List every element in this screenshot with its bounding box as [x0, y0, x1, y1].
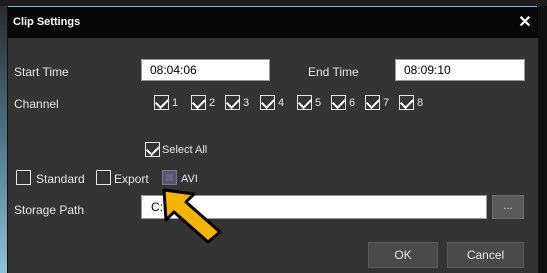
- ok-button[interactable]: OK: [368, 242, 438, 268]
- background-top: [0, 0, 547, 6]
- pointer-arrow-icon: [162, 188, 222, 244]
- channel-6-label: 6: [349, 97, 356, 109]
- background-right: [537, 6, 547, 273]
- export-label: Export: [114, 172, 149, 186]
- channel-3-label: 3: [243, 97, 250, 109]
- avi-checkbox[interactable]: [162, 170, 177, 185]
- channel-8-label: 8: [417, 97, 424, 109]
- cancel-button[interactable]: Cancel: [447, 242, 524, 268]
- channel-4-label: 4: [278, 97, 285, 109]
- start-time-field[interactable]: 08:04:06: [141, 59, 270, 81]
- background-left: [0, 6, 8, 273]
- channel-7-label: 7: [383, 97, 390, 109]
- close-icon[interactable]: ✕: [516, 14, 534, 32]
- channel-5-checkbox[interactable]: [297, 95, 312, 110]
- standard-checkbox[interactable]: [16, 170, 31, 185]
- channel-8-checkbox[interactable]: [399, 95, 414, 110]
- channel-label: Channel: [14, 97, 59, 111]
- channel-5-label: 5: [315, 97, 322, 109]
- channel-2-checkbox[interactable]: [191, 95, 206, 110]
- title-bar: Clip Settings ✕: [8, 8, 538, 38]
- channel-2-label: 2: [209, 97, 216, 109]
- dialog-title: Clip Settings: [13, 16, 81, 28]
- channel-4-checkbox[interactable]: [260, 95, 275, 110]
- clip-settings-dialog: Clip Settings ✕ Start Time 08:04:06 End …: [8, 8, 538, 273]
- end-time-label: End Time: [308, 65, 359, 79]
- channel-1-checkbox[interactable]: [154, 95, 169, 110]
- export-checkbox[interactable]: [96, 170, 111, 185]
- channel-6-checkbox[interactable]: [331, 95, 346, 110]
- storage-path-label: Storage Path: [14, 203, 85, 217]
- channel-7-checkbox[interactable]: [365, 95, 380, 110]
- channel-3-checkbox[interactable]: [225, 95, 240, 110]
- browse-button[interactable]: ...: [492, 195, 524, 219]
- end-time-field[interactable]: 08:09:10: [395, 59, 525, 81]
- standard-label: Standard: [36, 172, 85, 186]
- start-time-label: Start Time: [14, 65, 69, 79]
- select-all-label: Select All: [162, 144, 208, 156]
- channel-1-label: 1: [172, 97, 179, 109]
- select-all-checkbox[interactable]: [145, 142, 160, 157]
